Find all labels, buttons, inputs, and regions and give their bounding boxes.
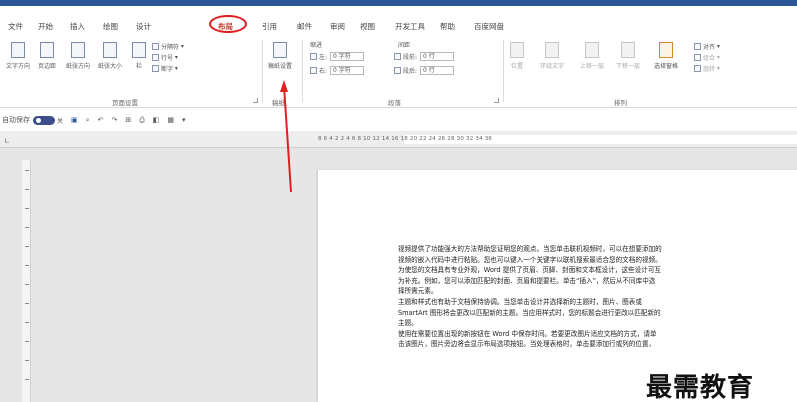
watermark-text: 最需教育 <box>646 373 755 402</box>
annotation-arrow <box>280 80 292 193</box>
